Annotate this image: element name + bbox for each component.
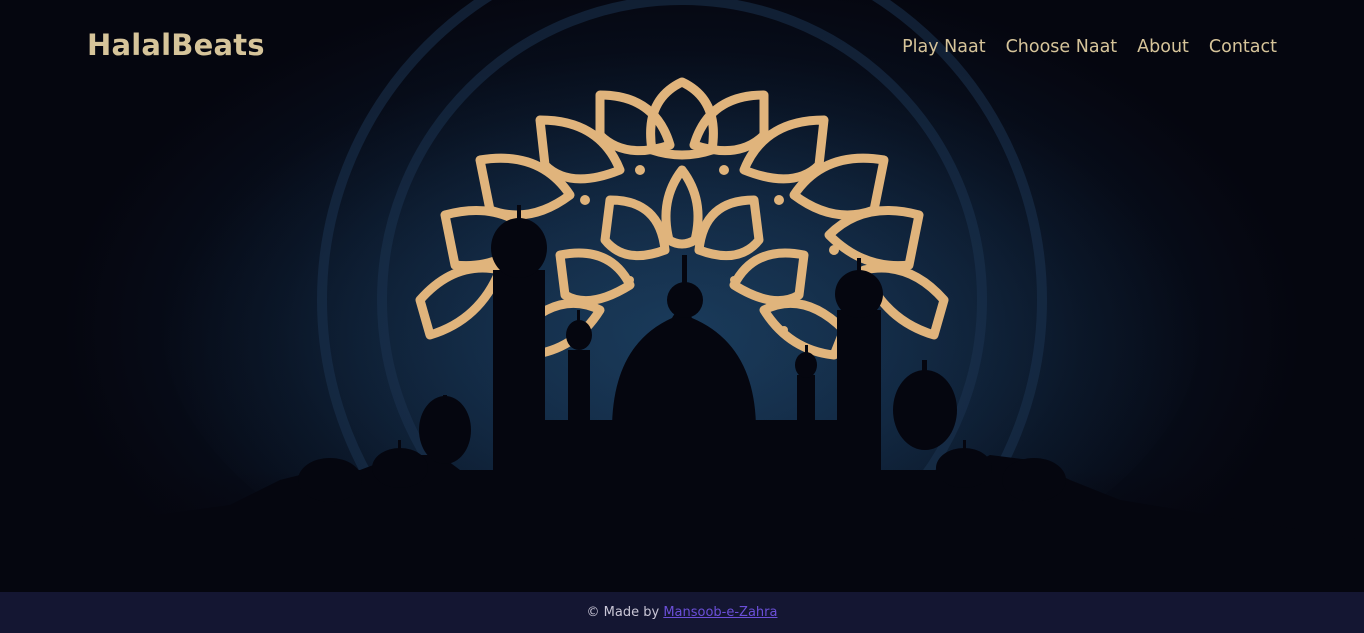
nav-link-contact[interactable]: Contact	[1209, 37, 1277, 57]
footer-credit-prefix: © Made by	[586, 605, 660, 620]
navbar: HalalBeats Play Naat Choose Naat About C…	[0, 0, 1364, 96]
footer-author-link[interactable]: Mansoob-e-Zahra	[663, 605, 777, 620]
nav-links: Play Naat Choose Naat About Contact	[902, 37, 1277, 57]
footer-text: © Made by Mansoob-e-Zahra	[0, 605, 1364, 620]
hero-section: HalalBeats Play Naat Choose Naat About C…	[0, 0, 1364, 592]
nav-link-about[interactable]: About	[1137, 37, 1189, 57]
nav-link-choose-naat[interactable]: Choose Naat	[1006, 37, 1118, 57]
nav-link-play-naat[interactable]: Play Naat	[902, 37, 985, 57]
brand-logo[interactable]: HalalBeats	[87, 28, 265, 62]
footer: © Made by Mansoob-e-Zahra	[0, 592, 1364, 633]
page: HalalBeats Play Naat Choose Naat About C…	[0, 0, 1364, 633]
